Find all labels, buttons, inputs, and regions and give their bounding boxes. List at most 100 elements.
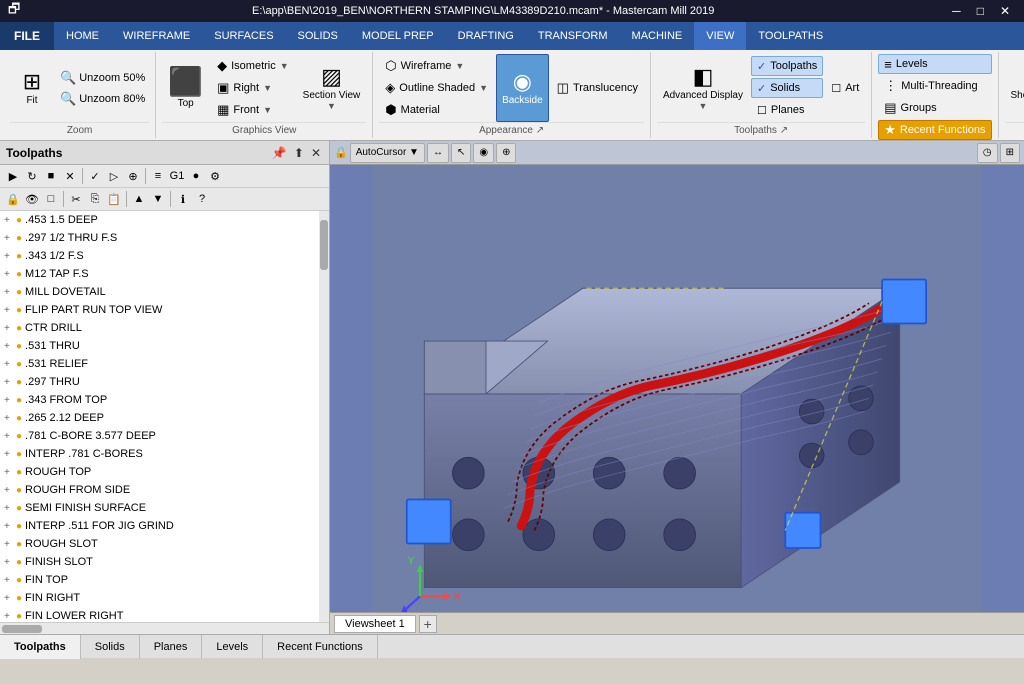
solids-check-button[interactable]: ✓ Solids <box>751 78 823 98</box>
tb-lock[interactable]: 🔒 <box>4 190 22 208</box>
isometric-button[interactable]: ◆ Isometric ▼ <box>211 56 295 76</box>
show-axes-button[interactable]: ⊕ Show Axes ▼ <box>1005 54 1024 122</box>
tree-item[interactable]: + ● MILL DOVETAIL <box>0 283 329 301</box>
view-menu[interactable]: VIEW <box>694 22 746 50</box>
tree-item[interactable]: + ● .343 FROM TOP <box>0 391 329 409</box>
backside-button[interactable]: ◉ Backside <box>496 54 549 122</box>
machine-menu[interactable]: MACHINE <box>620 22 695 50</box>
add-viewsheet-button[interactable]: + <box>419 615 437 633</box>
title-bar-controls[interactable]: ─ □ ✕ <box>946 4 1016 18</box>
fit-button[interactable]: ⊞ Fit <box>10 54 54 122</box>
solids-menu[interactable]: SOLIDS <box>286 22 350 50</box>
delete-button[interactable]: ✕ <box>61 167 79 185</box>
wireframe-menu[interactable]: WIREFRAME <box>111 22 202 50</box>
tree-scroll-thumb[interactable] <box>320 220 328 270</box>
tree-item[interactable]: + ● .297 THRU <box>0 373 329 391</box>
tb-blank[interactable]: □ <box>42 190 60 208</box>
viewport-option1[interactable]: ◉ <box>473 143 494 163</box>
viewsheet-1-tab[interactable]: Viewsheet 1 <box>334 615 416 633</box>
home-menu[interactable]: HOME <box>54 22 111 50</box>
wireframe-button[interactable]: ⬡ Wireframe ▼ <box>379 56 494 76</box>
regen-button[interactable]: ↻ <box>23 167 41 185</box>
tb-help[interactable]: ? <box>193 190 211 208</box>
collapse-all[interactable]: G1 <box>168 167 186 185</box>
toolpath-tree[interactable]: + ● .453 1.5 DEEP + ● .297 1/2 THRU F.S … <box>0 211 329 622</box>
drafting-menu[interactable]: DRAFTING <box>446 22 526 50</box>
outline-shaded-button[interactable]: ◈ Outline Shaded ▼ <box>379 78 494 98</box>
tree-item[interactable]: + ● ROUGH FROM SIDE <box>0 481 329 499</box>
autocursor-button[interactable]: AutoCursor ▼ <box>350 143 425 163</box>
tb-cut[interactable]: ✂ <box>67 190 85 208</box>
toolpaths-expand-icon[interactable]: ↗ <box>780 125 788 136</box>
tree-item[interactable]: + ● .781 C-BORE 3.577 DEEP <box>0 427 329 445</box>
toolpaths-check-button[interactable]: ✓ Toolpaths <box>751 56 823 76</box>
snap-button[interactable]: ↔ <box>427 143 449 163</box>
tree-item[interactable]: + ● M12 TAP F.S <box>0 265 329 283</box>
section-view-button[interactable]: ▨ Section View ▼ <box>297 54 367 122</box>
art-check-button[interactable]: ☐ Art <box>825 78 865 98</box>
expand-all[interactable]: ≡ <box>149 167 167 185</box>
tree-item[interactable]: + ● FIN RIGHT <box>0 589 329 607</box>
translucency-button[interactable]: ◫ Translucency <box>551 78 644 98</box>
tree-item[interactable]: + ● .531 RELIEF <box>0 355 329 373</box>
panel-pin-button[interactable]: 📌 <box>270 146 289 160</box>
tree-item[interactable]: + ● FIN TOP <box>0 571 329 589</box>
tree-item[interactable]: + ● ROUGH SLOT <box>0 535 329 553</box>
tb-paste[interactable]: 📋 <box>105 190 123 208</box>
settings-btn[interactable]: ⚙ <box>206 167 224 185</box>
top-view-button[interactable]: ⬛ Top <box>162 54 209 122</box>
panel-controls[interactable]: 📌 ⬆ ✕ <box>270 146 323 160</box>
file-menu[interactable]: FILE <box>0 22 54 50</box>
panel-float-button[interactable]: ⬆ <box>292 146 306 160</box>
toolpath-filter[interactable]: ● <box>187 167 205 185</box>
verify-button[interactable]: ✓ <box>86 167 104 185</box>
surfaces-menu[interactable]: SURFACES <box>202 22 285 50</box>
front-view-button[interactable]: ▦ Front ▼ <box>211 100 295 120</box>
multi-threading-button[interactable]: ⋮ Multi-Threading <box>878 76 991 96</box>
view-option-right[interactable]: ◷ <box>977 143 998 163</box>
tree-item[interactable]: + ● ROUGH TOP <box>0 463 329 481</box>
maximize-button[interactable]: □ <box>971 4 990 18</box>
model-prep-menu[interactable]: MODEL PREP <box>350 22 446 50</box>
select-button[interactable]: ↖ <box>451 143 471 163</box>
appearance-expand-icon[interactable]: ↗ <box>536 125 544 136</box>
tb-info[interactable]: ℹ <box>174 190 192 208</box>
h-scroll-thumb[interactable] <box>2 625 42 633</box>
levels-button[interactable]: ≡ Levels <box>878 54 991 74</box>
right-view-button[interactable]: ▣ Right ▼ <box>211 78 295 98</box>
viewport-option2[interactable]: ⊕ <box>496 143 516 163</box>
tree-item[interactable]: + ● .265 2.12 DEEP <box>0 409 329 427</box>
minimize-button[interactable]: ─ <box>946 4 967 18</box>
toolpaths-menu[interactable]: TOOLPATHS <box>746 22 835 50</box>
select-all-button[interactable]: ▶ <box>4 167 22 185</box>
advanced-display-button[interactable]: ◧ Advanced Display ▼ <box>657 54 749 122</box>
view-option-zoom[interactable]: ⊞ <box>1000 143 1020 163</box>
close-button[interactable]: ✕ <box>994 4 1016 18</box>
tree-item[interactable]: + ● .297 1/2 THRU F.S <box>0 229 329 247</box>
tree-item[interactable]: + ● .453 1.5 DEEP <box>0 211 329 229</box>
tree-item[interactable]: + ● CTR DRILL <box>0 319 329 337</box>
post-button[interactable]: ■ <box>42 167 60 185</box>
planes-check-button[interactable]: ☐ Planes <box>751 100 823 120</box>
tree-item[interactable]: + ● FINISH SLOT <box>0 553 329 571</box>
tab-recent-functions[interactable]: Recent Functions <box>263 635 378 659</box>
tree-item[interactable]: + ● FLIP PART RUN TOP VIEW <box>0 301 329 319</box>
backplot-button[interactable]: ⊕ <box>124 167 142 185</box>
material-button[interactable]: ⬢ Material <box>379 100 494 120</box>
tab-toolpaths[interactable]: Toolpaths <box>0 635 81 659</box>
tree-item[interactable]: + ● .343 1/2 F.S <box>0 247 329 265</box>
horizontal-scrollbar[interactable] <box>0 622 329 634</box>
unzoom50-button[interactable]: 🔍 Unzoom 50% <box>56 68 149 88</box>
tree-item[interactable]: + ● INTERP .781 C-BORES <box>0 445 329 463</box>
tree-item[interactable]: + ● SEMI FINISH SURFACE <box>0 499 329 517</box>
groups-button[interactable]: ▤ Groups <box>878 98 991 118</box>
tab-solids[interactable]: Solids <box>81 635 140 659</box>
tb-down[interactable]: ▼ <box>149 190 167 208</box>
simulate-button[interactable]: ▷ <box>105 167 123 185</box>
3d-viewport[interactable]: 🔒 AutoCursor ▼ ↔ ↖ ◉ ⊕ ◷ ⊞ <box>330 141 1024 634</box>
tree-item[interactable]: + ● FIN LOWER RIGHT <box>0 607 329 622</box>
tb-copy[interactable]: ⎘ <box>86 190 104 208</box>
tree-scrollbar[interactable] <box>319 211 329 622</box>
tb-eye[interactable]: 👁 <box>23 190 41 208</box>
tree-item[interactable]: + ● .531 THRU <box>0 337 329 355</box>
